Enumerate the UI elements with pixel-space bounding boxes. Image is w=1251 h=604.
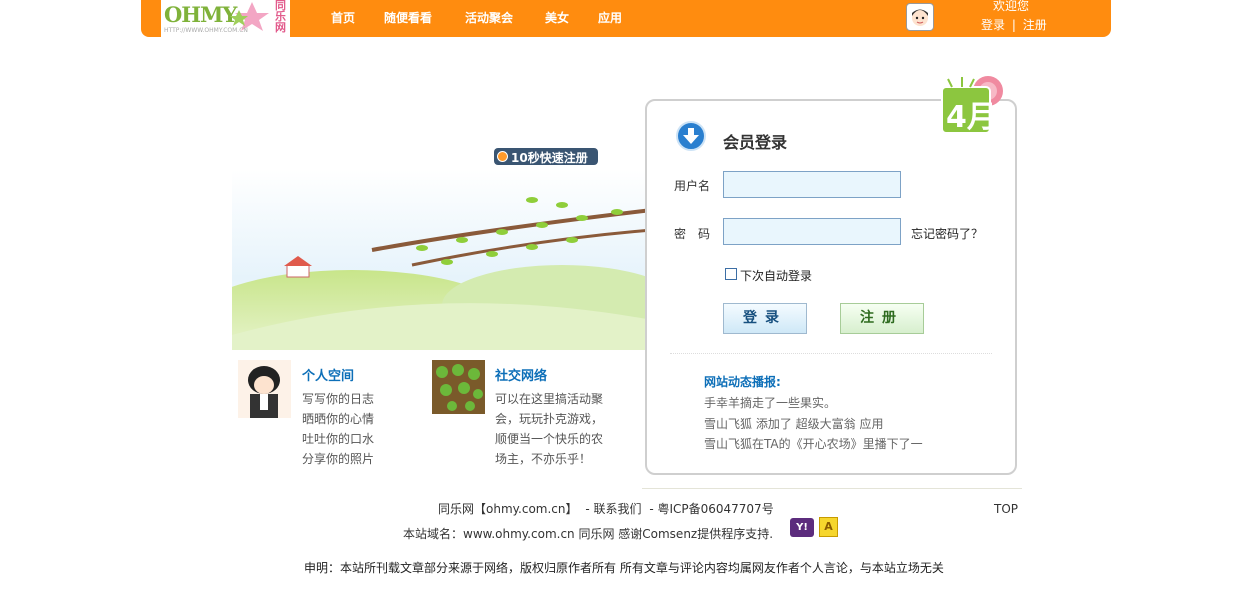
header-login-link[interactable]: 登录 xyxy=(981,18,1005,32)
feature-line: 晒晒你的心情 xyxy=(302,412,375,426)
user-avatar[interactable] xyxy=(906,3,934,31)
feature-social-network-desc: 可以在这里搞活动聚 会，玩玩扑克游戏， 顺便当一个快乐的农 场主，不亦乐乎！ xyxy=(495,389,603,469)
feature-line: 写写你的日志 xyxy=(302,392,375,406)
password-input[interactable] xyxy=(723,218,901,245)
login-title: 会员登录 xyxy=(723,133,788,152)
personal-space-image xyxy=(238,360,291,418)
logo-cn-text: 同乐网 xyxy=(275,0,286,34)
footer-disclaimer: 申明：本站所刊载文章部分来源于网络，版权归原作者所有 所有文章与评论内容均属网友… xyxy=(304,561,944,575)
avatar-face-icon xyxy=(912,9,928,26)
panel-divider xyxy=(670,353,992,355)
social-network-image xyxy=(432,360,485,414)
logo-url: HTTP://WWW.OHMY.COM.CN xyxy=(164,27,248,34)
alexa-icon[interactable]: A xyxy=(819,517,838,537)
quick-register-label: 10秒快速注册 xyxy=(511,151,588,165)
feature-line: 场主，不亦乐乎！ xyxy=(495,452,592,466)
footer-contact-link[interactable]: - 联系我们 xyxy=(585,502,641,516)
badge-label: 4月 xyxy=(946,100,997,135)
footer-line-1: 同乐网【ohmy.com.cn】 - 联系我们 - 粤ICP备06047707号 xyxy=(438,500,774,517)
back-to-top-link[interactable]: TOP xyxy=(994,502,1018,516)
news-item[interactable]: 手幸羊摘走了一些果实。 xyxy=(704,394,836,411)
feature-line: 可以在这里搞活动聚 xyxy=(495,392,604,406)
nav-apps[interactable]: 应用 xyxy=(598,9,622,26)
forgot-password-link[interactable]: 忘记密码了？ xyxy=(911,225,983,242)
feature-line: 顺便当一个快乐的农 xyxy=(495,432,604,446)
spring-landscape-illustration xyxy=(232,170,652,350)
nav-beauty[interactable]: 美女 xyxy=(545,9,569,26)
username-input[interactable] xyxy=(723,171,901,198)
feature-personal-space-desc: 写写你的日志 晒晒你的心情 吐吐你的口水 分享你的照片 xyxy=(302,389,374,469)
footer-domain-text: 本站域名：www.ohmy.com.cn 同乐网 感谢Comsenz提供程序支持… xyxy=(403,527,774,541)
nav-events[interactable]: 活动聚会 xyxy=(465,9,513,26)
header-divider: | xyxy=(1011,18,1016,32)
login-download-icon xyxy=(676,121,706,151)
feature-line: 分享你的照片 xyxy=(302,452,375,466)
news-title: 网站动态播报: xyxy=(704,375,781,389)
register-button[interactable]: 注册 xyxy=(840,303,924,334)
header-register-link[interactable]: 注册 xyxy=(1023,18,1047,32)
nav-browse[interactable]: 随便看看 xyxy=(384,9,432,26)
footer-site-link[interactable]: 同乐网【ohmy.com.cn】 xyxy=(438,502,578,516)
feature-personal-space-title[interactable]: 个人空间 xyxy=(302,365,354,384)
remember-me-label[interactable]: 下次自动登录 xyxy=(740,267,812,284)
feature-line: 会，玩玩扑克游戏， xyxy=(495,412,604,426)
welcome-text: 欢迎您 xyxy=(993,0,1030,13)
remember-me-checkbox[interactable] xyxy=(725,268,737,280)
news-item[interactable]: 雪山飞狐 添加了 超级大富翁 应用 xyxy=(704,415,883,432)
footer-icp-link[interactable]: - 粤ICP备06047707号 xyxy=(649,502,773,516)
logo-brand-text: OHMY xyxy=(164,2,237,27)
orange-dot-icon xyxy=(497,151,508,162)
quick-register-button[interactable]: 10秒快速注册 xyxy=(494,148,598,165)
feature-social-network-title[interactable]: 社交网络 xyxy=(495,365,547,384)
login-button[interactable]: 登录 xyxy=(723,303,807,334)
feature-line: 吐吐你的口水 xyxy=(302,432,375,446)
password-label: 密 码 xyxy=(674,227,711,241)
site-logo[interactable]: OHMY 同乐网 HTTP://WWW.OHMY.COM.CN xyxy=(161,0,290,37)
yahoo-icon[interactable]: Y! xyxy=(790,518,814,537)
nav-home[interactable]: 首页 xyxy=(331,9,355,26)
auth-links: 登录 | 注册 xyxy=(981,16,1047,33)
arrow-down-icon xyxy=(683,128,699,144)
news-item[interactable]: 雪山飞狐在TA的《开心农场》里播下了一 xyxy=(704,435,923,452)
footer-divider xyxy=(642,488,1022,489)
username-label: 用户名 xyxy=(674,179,711,193)
